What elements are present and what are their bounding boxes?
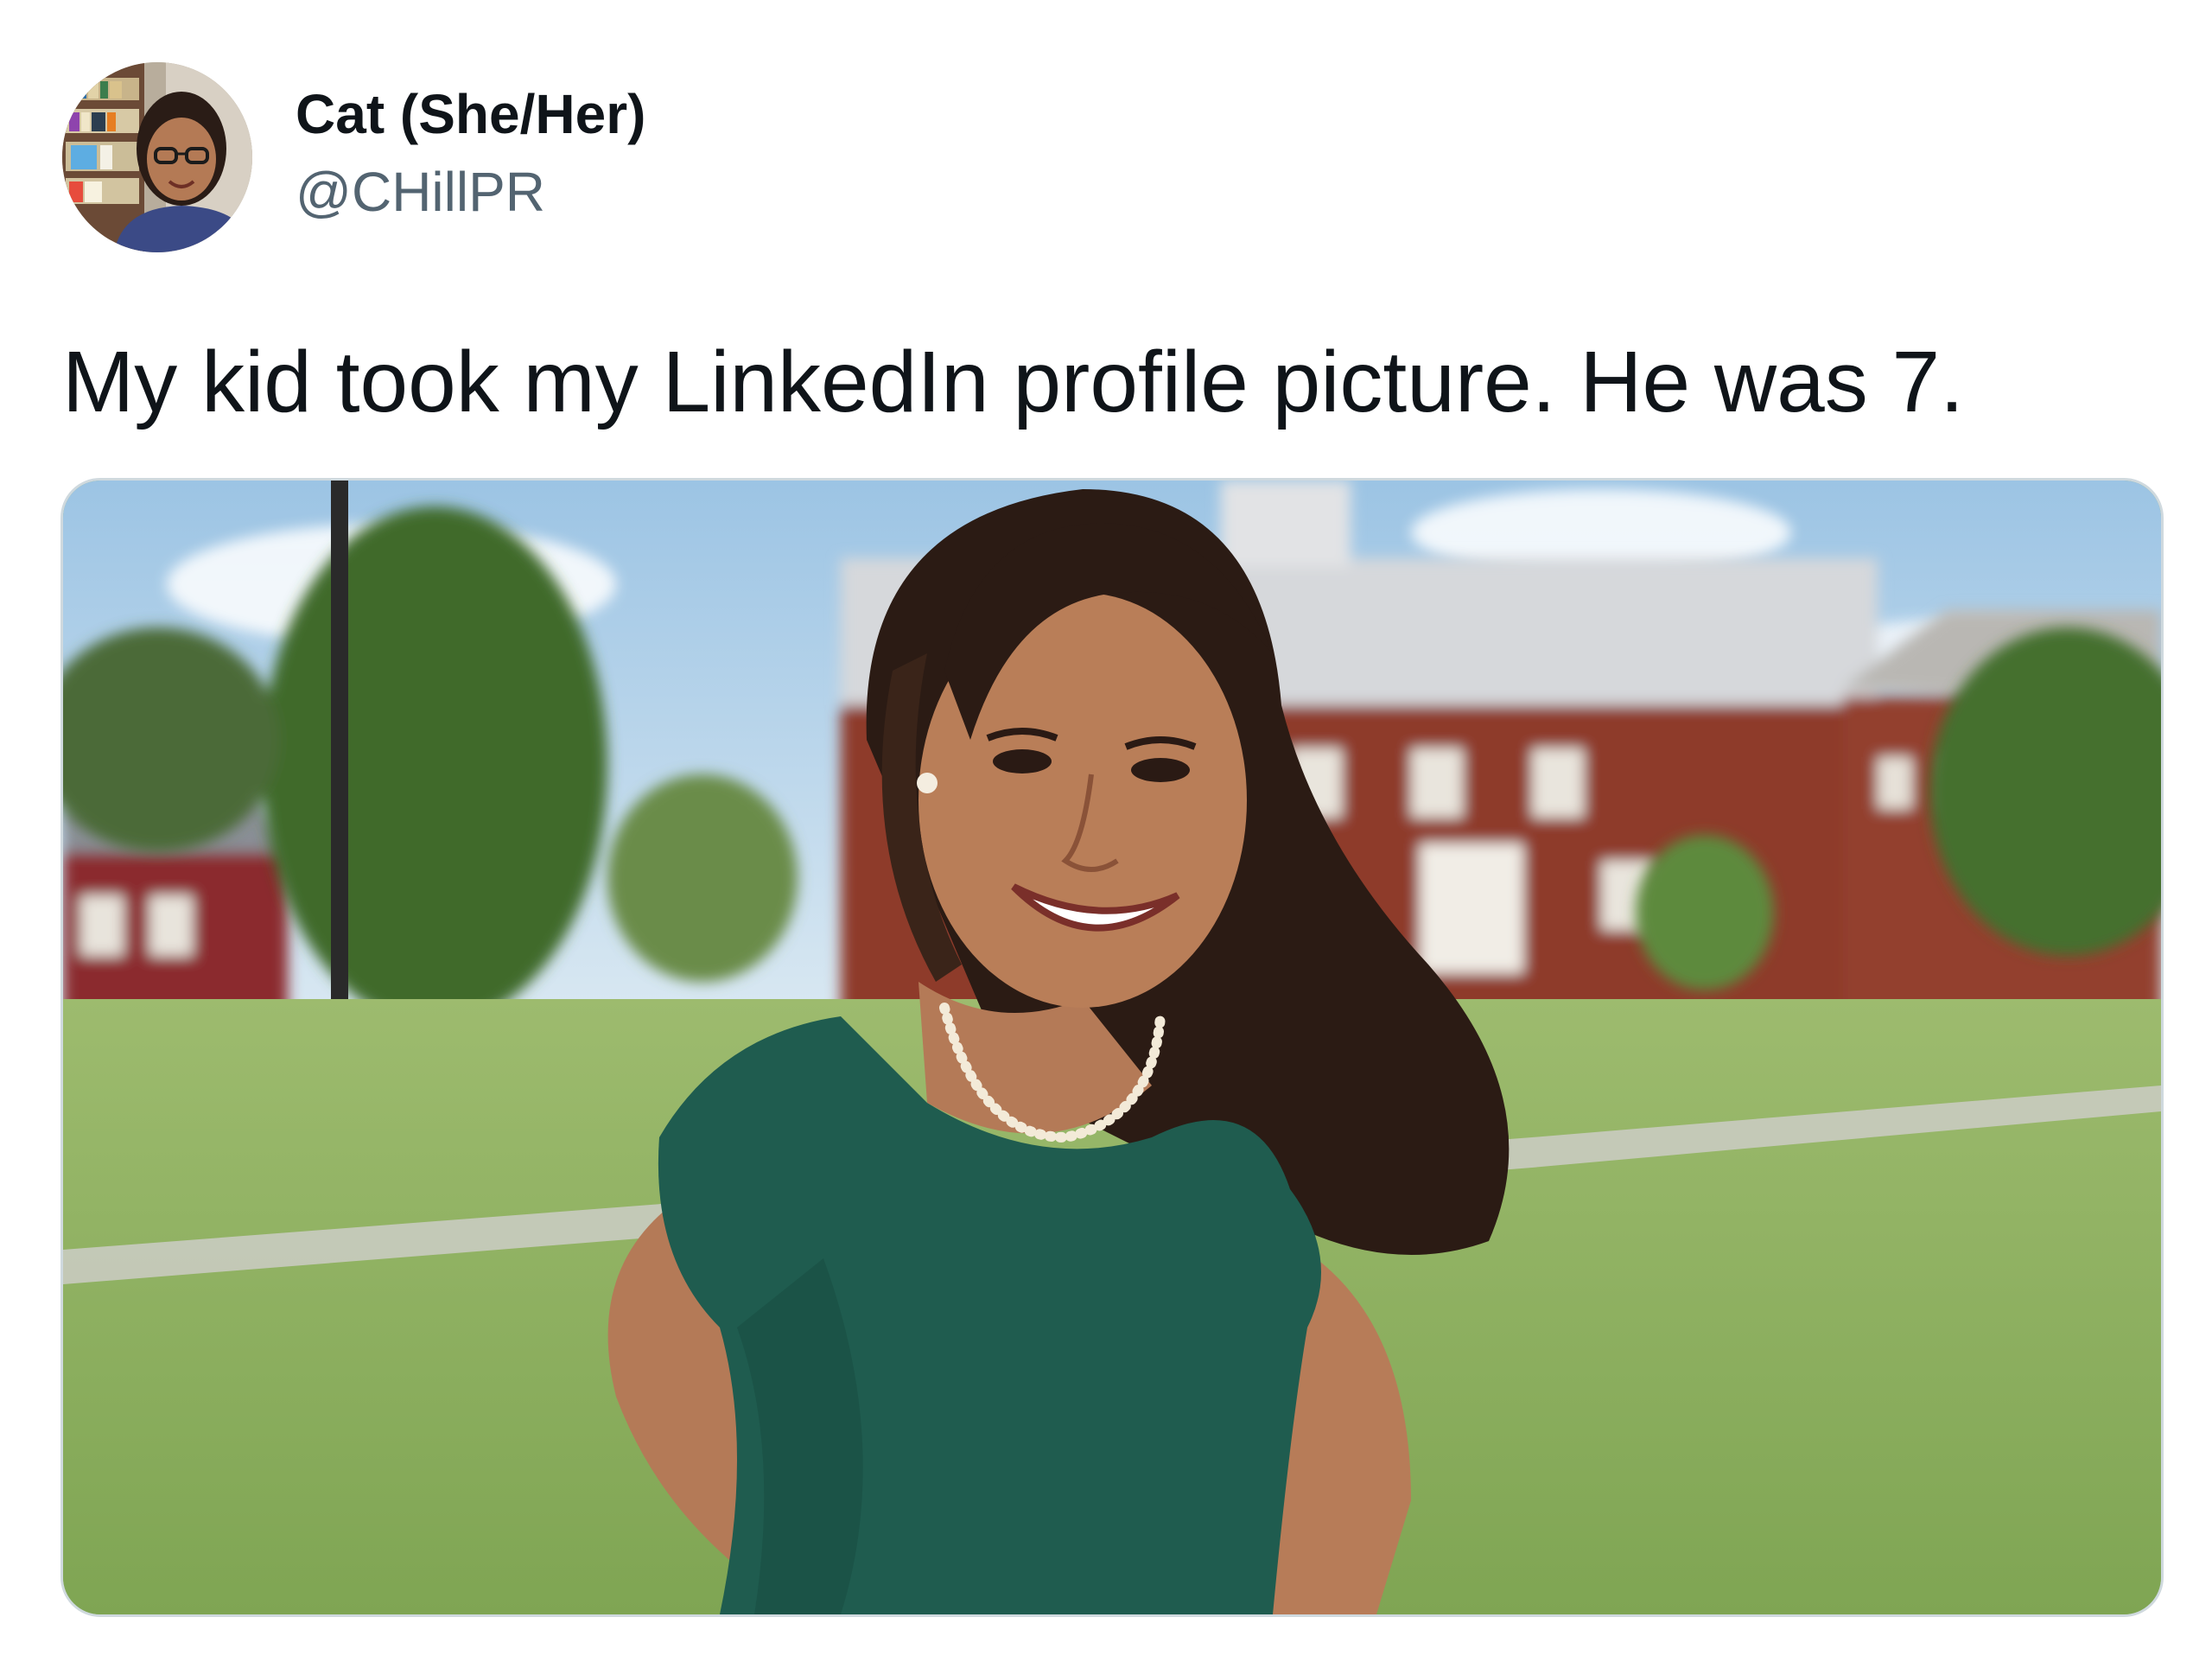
tweet-text: My kid took my LinkedIn profile picture.… [62,334,1964,430]
author-avatar[interactable] [62,62,252,252]
tweet-header: Cat (She/Her) @CHillPR [0,0,2212,285]
avatar-icon [62,62,252,252]
photo-image-icon [63,481,2161,1614]
tweet-photo[interactable] [60,478,2164,1617]
author-names: Cat (She/Her) @CHillPR [296,80,645,226]
author-handle[interactable]: @CHillPR [296,157,645,226]
author-display-name[interactable]: Cat (She/Her) [296,80,645,149]
